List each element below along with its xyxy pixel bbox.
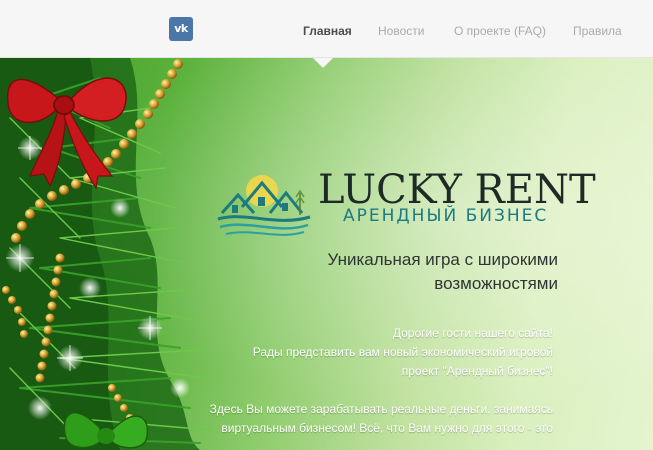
logo-subtitle: АРЕНДНЫЙ БИЗНЕС	[343, 206, 549, 226]
site-header: vk Главная Новости О проекте (FAQ) Прави…	[0, 0, 653, 58]
paragraph-line: проект "Арендный бизнес"!	[401, 364, 553, 378]
nav-item-faq[interactable]: О проекте (FAQ)	[454, 24, 546, 38]
hero-tagline: Уникальная игра с широкими возможностями	[258, 248, 558, 296]
tagline-line: Уникальная игра с широкими	[327, 250, 558, 269]
paragraph-line: виртуальным бизнесом! Всё, что Вам нужно…	[221, 421, 553, 435]
logo-title: LUCKY RENT	[318, 167, 596, 213]
welcome-paragraph: Дорогие гости нашего сайта! Рады предста…	[193, 324, 553, 381]
nav-item-home[interactable]: Главная	[303, 24, 352, 38]
description-paragraph: Здесь Вы можете зарабатывать реальные де…	[183, 400, 553, 438]
active-nav-indicator	[313, 58, 333, 68]
paragraph-line: Дорогие гости нашего сайта!	[392, 326, 553, 340]
tagline-line: возможностями	[434, 274, 558, 293]
nav-item-rules[interactable]: Правила	[573, 24, 622, 38]
nav-item-news[interactable]: Новости	[378, 24, 424, 38]
lucky-rent-logo-icon	[217, 175, 311, 236]
hero-banner: LUCKY RENT АРЕНДНЫЙ БИЗНЕС Уникальная иг…	[0, 58, 653, 450]
paragraph-line: Рады представить вам новый экономический…	[252, 345, 553, 359]
paragraph-line: Здесь Вы можете зарабатывать реальные де…	[209, 402, 553, 416]
main-nav: Главная Новости О проекте (FAQ) Правила	[0, 24, 653, 44]
christmas-decoration-image	[0, 58, 211, 450]
